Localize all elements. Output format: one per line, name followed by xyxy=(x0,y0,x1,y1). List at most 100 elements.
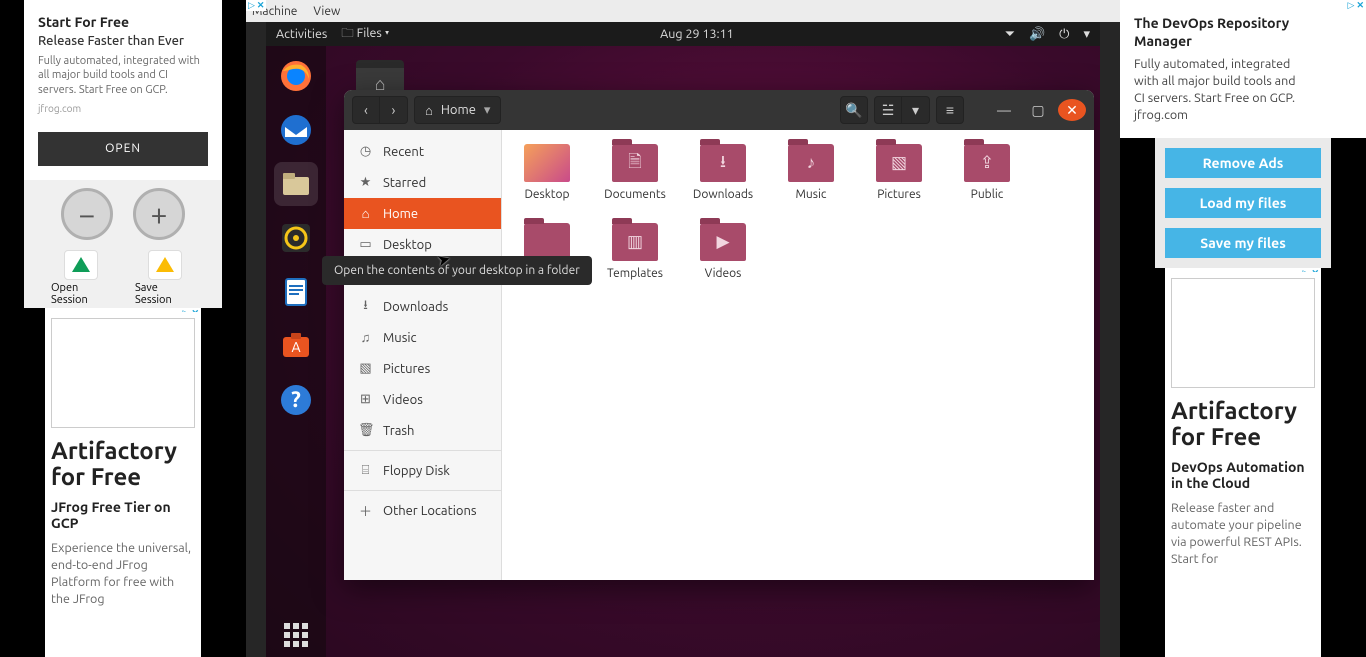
right-action-panel: Remove Ads Load my files Save my files xyxy=(1155,138,1331,268)
view-options-button[interactable]: ▾ xyxy=(902,96,930,124)
ad-body: Release faster and automate your pipelin… xyxy=(1171,500,1315,568)
nautilus-file-grid[interactable]: Desktop 🗎 Documents ⭳ Downloads ♪Music ▧Pictur… xyxy=(502,130,1094,580)
dock-thunderbird[interactable] xyxy=(274,108,318,152)
file-label: Pictures xyxy=(877,188,921,201)
hamburger-menu-button[interactable]: ≡ xyxy=(936,96,964,124)
sidebar-item-label: Documents xyxy=(383,269,450,283)
ubuntu-top-bar: Activities 🗀 Files ▾ Aug 29 13:11 ⏷ 🔊 ⏻ … xyxy=(266,22,1100,46)
file-item-documents[interactable]: 🗎 Documents xyxy=(600,144,670,201)
ad-subtitle: JFrog Free Tier on GCP xyxy=(51,499,195,533)
file-label: Documents xyxy=(604,188,666,201)
dock-firefox[interactable] xyxy=(274,54,318,98)
sidebar-item-icon: ⌂ xyxy=(358,206,373,221)
open-session-button[interactable]: Open Session xyxy=(51,250,111,306)
sidebar-item-starred[interactable]: ★ Starred xyxy=(344,167,501,198)
sidebar-item-icon: ★ xyxy=(358,175,373,190)
file-item-pictures[interactable]: ▧Pictures xyxy=(864,144,934,201)
sidebar-item-icon: ♫ xyxy=(358,330,373,345)
sound-icon[interactable]: 🔊 xyxy=(1029,27,1045,42)
sidebar-item-recent[interactable]: ◷Recent xyxy=(344,136,501,167)
file-item-desktop[interactable]: Desktop xyxy=(512,144,582,201)
network-icon[interactable]: ⏷ xyxy=(1005,27,1015,42)
chevron-down-icon: ▾ xyxy=(484,103,491,118)
folder-icon: ⭳ xyxy=(700,144,746,182)
ad-badge[interactable]: ▷✕ xyxy=(246,0,266,11)
ubuntu-dock: A ? xyxy=(266,46,326,657)
dock-rhythmbox[interactable] xyxy=(274,216,318,260)
vm-menubar: Machine View xyxy=(246,0,1120,22)
save-session-button[interactable]: Save Session xyxy=(135,250,195,306)
file-item-videos[interactable]: ▶Videos xyxy=(688,223,758,280)
file-item-downloads[interactable]: ⭳ Downloads xyxy=(688,144,758,201)
file-item-snap[interactable]: snap xyxy=(512,223,582,280)
zoom-in-button[interactable]: + xyxy=(133,188,185,240)
file-label: Templates xyxy=(607,267,663,280)
folder-icon: ▥ xyxy=(612,223,658,261)
clock[interactable]: Aug 29 13:11 xyxy=(660,27,734,41)
gdrive-icon xyxy=(156,257,174,272)
folder-icon: 🗎 xyxy=(612,144,658,182)
nautilus-window: ‹ › ⌂ Home ▾ 🔍 ☱ ▾ ≡ xyxy=(344,90,1094,580)
sidebar-item-documents[interactable]: 🗎 Documents xyxy=(344,260,501,291)
system-menu-chevron-icon[interactable]: ▾ xyxy=(1083,27,1090,42)
zoom-out-button[interactable]: − xyxy=(61,188,113,240)
window-maximize-button[interactable]: ▢ xyxy=(1024,96,1052,124)
folder-icon xyxy=(524,144,570,182)
ad-open-button[interactable]: OPEN xyxy=(38,132,208,166)
sidebar-item-pictures[interactable]: ▧Pictures xyxy=(344,353,501,384)
file-item-templates[interactable]: ▥ Templates xyxy=(600,223,670,280)
sidebar-item-label: Recent xyxy=(383,145,424,159)
dock-show-apps[interactable] xyxy=(274,613,318,657)
window-minimize-button[interactable]: — xyxy=(990,96,1018,124)
sidebar-item-label: Home xyxy=(383,207,418,221)
sidebar-item-home[interactable]: ⌂ Home xyxy=(344,198,501,229)
power-icon[interactable]: ⏻ xyxy=(1059,27,1069,42)
file-label: Downloads xyxy=(693,188,753,201)
load-files-button[interactable]: Load my files xyxy=(1165,188,1321,218)
sidebar-item-videos[interactable]: ⊞Videos xyxy=(344,384,501,415)
ubuntu-desktop[interactable]: Activities 🗀 Files ▾ Aug 29 13:11 ⏷ 🔊 ⏻ … xyxy=(266,22,1100,657)
sidebar-item-music[interactable]: ♫ Music xyxy=(344,322,501,353)
ad-badge[interactable]: ▷✕ xyxy=(1346,0,1366,11)
app-menu[interactable]: 🗀 Files ▾ xyxy=(341,24,389,45)
sidebar-item-icon: 🗎 xyxy=(358,265,373,287)
ad-right-top[interactable]: The DevOps Repository Manager Fully auto… xyxy=(1120,0,1318,138)
dock-help[interactable]: ? xyxy=(274,378,318,422)
menu-view[interactable]: View xyxy=(313,5,340,18)
gdrive-icon xyxy=(72,257,90,272)
ad-body: Experience the universal, end-to-end JFr… xyxy=(51,540,195,608)
sidebar-item-icon: ▭ xyxy=(358,237,373,252)
folder-icon: ♪ xyxy=(788,144,834,182)
sidebar-item-label: Floppy Disk xyxy=(383,464,450,478)
remove-ads-button[interactable]: Remove Ads xyxy=(1165,148,1321,178)
ad-left-bottom[interactable]: Artifactory for Free JFrog Free Tier on … xyxy=(45,312,201,608)
sidebar-item-downloads[interactable]: ⭳Downloads xyxy=(344,291,501,322)
dock-files[interactable] xyxy=(274,162,318,206)
dock-software[interactable]: A xyxy=(274,324,318,368)
window-close-button[interactable]: ✕ xyxy=(1058,99,1086,121)
sidebar-item-icon: 🗑 xyxy=(358,423,373,438)
sidebar-item-trash[interactable]: 🗑Trash xyxy=(344,415,501,446)
file-item-public[interactable]: ⇪Public xyxy=(952,144,1022,201)
sidebar-item-label: Starred xyxy=(383,176,426,190)
sidebar-item-floppy-disk[interactable]: ⌸Floppy Disk xyxy=(344,455,501,486)
sidebar-item-other-locations[interactable]: ＋Other Locations xyxy=(344,495,501,526)
nav-forward-button[interactable]: › xyxy=(380,96,408,124)
ad-right-bottom[interactable]: Artifactory for Free DevOps Automation i… xyxy=(1165,272,1321,574)
nav-back-button[interactable]: ‹ xyxy=(352,96,380,124)
ad-title: Artifactory for Free xyxy=(51,438,195,491)
view-list-button[interactable]: ☱ xyxy=(874,96,902,124)
sidebar-item-desktop[interactable]: ▭Desktop xyxy=(344,229,501,260)
ad-body: Fully automated, integrated with all maj… xyxy=(1134,56,1304,124)
sidebar-item-label: Music xyxy=(383,331,417,345)
sidebar-item-label: Videos xyxy=(383,393,423,407)
activities-button[interactable]: Activities xyxy=(276,27,327,41)
file-item-music[interactable]: ♪Music xyxy=(776,144,846,201)
sidebar-item-label: Other Locations xyxy=(383,504,477,518)
folder-icon: ⇪ xyxy=(964,144,1010,182)
search-button[interactable]: 🔍 xyxy=(840,96,868,124)
dock-libreoffice[interactable] xyxy=(274,270,318,314)
save-files-button[interactable]: Save my files xyxy=(1165,228,1321,258)
ad-left-top[interactable]: Start For Free Release Faster than Ever … xyxy=(24,0,222,180)
path-bar[interactable]: ⌂ Home ▾ xyxy=(414,96,501,124)
